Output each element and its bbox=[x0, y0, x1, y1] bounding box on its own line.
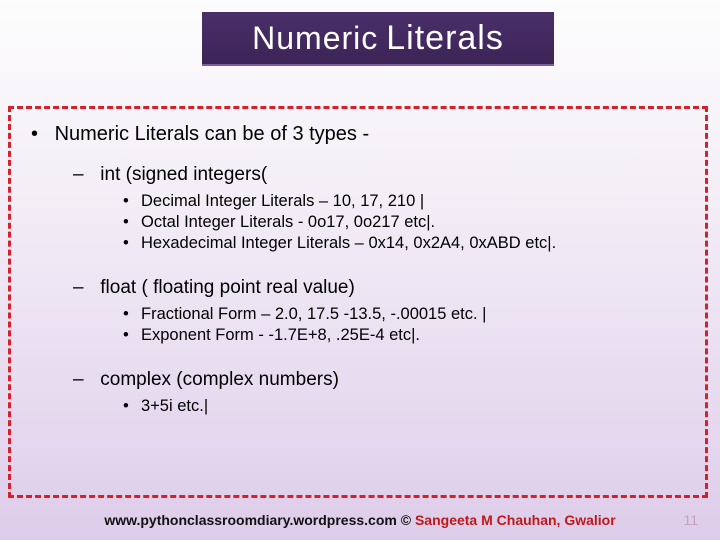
page-number: 11 bbox=[683, 512, 698, 528]
float-item-1-text: Exponent Form - -1.7E+8, .25E-4 etc|. bbox=[141, 326, 420, 344]
footer-url: www.pythonclassroomdiary.wordpress.com bbox=[104, 512, 397, 528]
int-item-1-text: Octal Integer Literals - 0o17, 0o217 etc… bbox=[141, 213, 435, 231]
bullet-icon: • bbox=[31, 123, 49, 146]
bullet-icon: • bbox=[123, 192, 141, 211]
bullet-icon: • bbox=[123, 213, 141, 232]
content-box: • Numeric Literals can be of 3 types - –… bbox=[8, 106, 708, 498]
dash-icon: – bbox=[73, 369, 95, 391]
type-int: – int (signed integers( bbox=[73, 164, 685, 186]
bullet-icon: • bbox=[123, 326, 141, 345]
title-word-1: Numeric bbox=[252, 20, 378, 57]
dash-icon: – bbox=[73, 277, 95, 299]
title-word-2: Literals bbox=[386, 19, 504, 58]
float-item-0: •Fractional Form – 2.0, 17.5 -13.5, -.00… bbox=[123, 305, 685, 324]
dash-icon: – bbox=[73, 164, 95, 186]
type-int-label: int (signed integers( bbox=[100, 164, 267, 185]
bullet-icon: • bbox=[123, 397, 141, 416]
footer-sep: © bbox=[397, 512, 415, 528]
slide-title: Numeric Literals bbox=[202, 12, 554, 66]
complex-item-0: •3+5i etc.| bbox=[123, 397, 685, 416]
int-item-2: •Hexadecimal Integer Literals – 0x14, 0x… bbox=[123, 234, 685, 253]
type-float: – float ( floating point real value) bbox=[73, 277, 685, 299]
int-item-1: •Octal Integer Literals - 0o17, 0o217 et… bbox=[123, 213, 685, 232]
footer: www.pythonclassroomdiary.wordpress.com ©… bbox=[0, 512, 720, 528]
type-complex-label: complex (complex numbers) bbox=[100, 369, 339, 390]
type-float-label: float ( floating point real value) bbox=[100, 277, 355, 298]
bullet-icon: • bbox=[123, 305, 141, 324]
intro-text: Numeric Literals can be of 3 types - bbox=[55, 123, 370, 145]
float-item-1: •Exponent Form - -1.7E+8, .25E-4 etc|. bbox=[123, 326, 685, 345]
float-item-0-text: Fractional Form – 2.0, 17.5 -13.5, -.000… bbox=[141, 305, 486, 323]
int-item-0-text: Decimal Integer Literals – 10, 17, 210 | bbox=[141, 192, 424, 210]
intro-line: • Numeric Literals can be of 3 types - bbox=[31, 123, 685, 146]
type-complex: – complex (complex numbers) bbox=[73, 369, 685, 391]
int-item-0: •Decimal Integer Literals – 10, 17, 210 … bbox=[123, 192, 685, 211]
int-item-2-text: Hexadecimal Integer Literals – 0x14, 0x2… bbox=[141, 234, 556, 252]
footer-author: Sangeeta M Chauhan, Gwalior bbox=[415, 512, 616, 528]
bullet-icon: • bbox=[123, 234, 141, 253]
complex-item-0-text: 3+5i etc.| bbox=[141, 397, 208, 415]
